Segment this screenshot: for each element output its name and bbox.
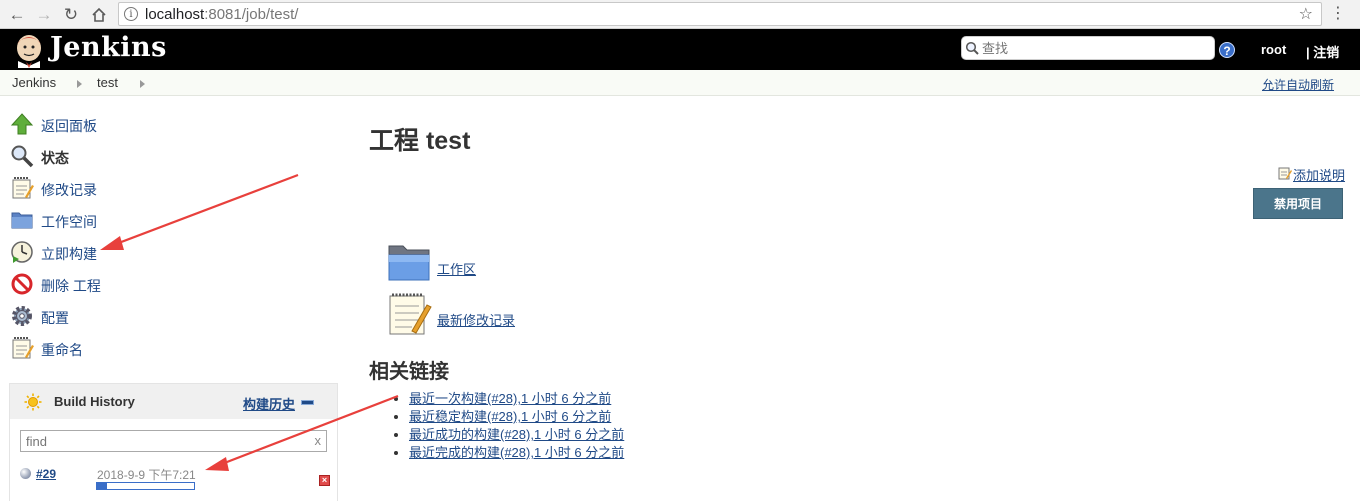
build-filter-field[interactable]: x bbox=[20, 430, 327, 452]
folder-icon bbox=[11, 212, 33, 229]
task-changes[interactable]: 修改记录 bbox=[10, 175, 310, 201]
search-box[interactable] bbox=[961, 36, 1215, 60]
task-label[interactable]: 返回面板 bbox=[41, 116, 97, 136]
build-filter-input[interactable] bbox=[26, 433, 306, 449]
list-item: 最近一次构建(#28),1 小时 6 分之前 bbox=[409, 390, 624, 408]
home-icon[interactable] bbox=[88, 4, 110, 26]
search-input[interactable] bbox=[982, 39, 1210, 57]
task-label[interactable]: 状态 bbox=[41, 148, 69, 168]
jenkins-butler-icon[interactable] bbox=[12, 32, 46, 68]
notepad-icon bbox=[1278, 167, 1292, 180]
info-icon[interactable]: i bbox=[124, 7, 138, 21]
breadcrumb-arrow-icon[interactable] bbox=[140, 80, 145, 88]
build-history-header: Build History 构建历史 bbox=[10, 384, 337, 419]
breadcrumb-item-test[interactable]: test bbox=[97, 75, 118, 90]
notepad-icon bbox=[389, 293, 432, 335]
auto-refresh-link[interactable]: 允许自动刷新 bbox=[1262, 76, 1334, 93]
gear-icon bbox=[12, 306, 32, 326]
build-row: #29 2018-9-9 下午7:21 × bbox=[10, 460, 337, 496]
permalinks-list: 最近一次构建(#28),1 小时 6 分之前 最近稳定构建(#28),1 小时 … bbox=[395, 390, 624, 462]
task-delete-project[interactable]: 删除 工程 bbox=[10, 271, 310, 297]
notepad-icon bbox=[12, 337, 34, 359]
page-title: 工程 test bbox=[369, 127, 471, 155]
forward-icon[interactable]: → bbox=[33, 4, 55, 26]
build-history-title: Build History bbox=[54, 394, 135, 409]
search-icon bbox=[965, 41, 979, 55]
task-rename[interactable]: 重命名 bbox=[10, 335, 310, 361]
list-item: 最近完成的构建(#28),1 小时 6 分之前 bbox=[409, 444, 624, 462]
workspace-label[interactable]: 工作区 bbox=[437, 259, 476, 278]
permalinks-title: 相关链接 bbox=[369, 361, 449, 383]
recent-changes-label[interactable]: 最新修改记录 bbox=[437, 310, 515, 329]
build-progress-fill bbox=[97, 483, 107, 489]
list-item: 最近稳定构建(#28),1 小时 6 分之前 bbox=[409, 408, 624, 426]
task-label[interactable]: 修改记录 bbox=[41, 180, 97, 200]
build-status-ball-icon bbox=[20, 468, 31, 479]
permalink-last-build[interactable]: 最近一次构建(#28),1 小时 6 分之前 bbox=[409, 391, 611, 406]
help-icon[interactable]: ? bbox=[1219, 42, 1235, 58]
task-label[interactable]: 工作空间 bbox=[41, 212, 97, 232]
build-number-link[interactable]: #29 bbox=[36, 467, 56, 481]
breadcrumb-arrow-icon[interactable] bbox=[77, 80, 82, 88]
jenkins-header: Jenkins ? root | 注销 bbox=[0, 29, 1360, 70]
list-item: 最近成功的构建(#28),1 小时 6 分之前 bbox=[409, 426, 624, 444]
sun-weather-icon bbox=[24, 393, 42, 411]
build-progress-bar[interactable] bbox=[96, 482, 195, 490]
clear-filter-icon[interactable]: x bbox=[315, 433, 322, 448]
bookmark-star-icon[interactable]: ☆ bbox=[1299, 4, 1313, 24]
build-history-panel: Build History 构建历史 x #29 2018-9-9 下午7:21… bbox=[9, 383, 338, 501]
address-url: localhost:8081/job/test/ bbox=[145, 6, 299, 23]
build-date[interactable]: 2018-9-9 下午7:21 bbox=[97, 466, 196, 483]
reload-icon[interactable]: ↻ bbox=[60, 4, 82, 26]
permalink-last-stable-build[interactable]: 最近稳定构建(#28),1 小时 6 分之前 bbox=[409, 409, 611, 424]
task-build-now[interactable]: 立即构建 bbox=[10, 239, 310, 265]
browser-toolbar: ← → ↻ i localhost:8081/job/test/ ☆ ⋮ bbox=[0, 0, 1360, 29]
task-status[interactable]: 状态 bbox=[10, 143, 310, 169]
up-arrow-icon bbox=[10, 113, 34, 135]
jenkins-logo-text[interactable]: Jenkins bbox=[50, 32, 167, 63]
user-link[interactable]: root bbox=[1261, 42, 1286, 57]
stop-build-icon[interactable]: × bbox=[319, 475, 330, 486]
task-workspace[interactable]: 工作空间 bbox=[10, 207, 310, 233]
no-entry-icon bbox=[11, 273, 33, 295]
search-icon bbox=[11, 145, 34, 168]
folder-icon bbox=[388, 245, 430, 281]
permalink-last-successful-build[interactable]: 最近成功的构建(#28),1 小时 6 分之前 bbox=[409, 427, 624, 442]
notepad-icon bbox=[12, 177, 34, 199]
permalink-last-completed-build[interactable]: 最近完成的构建(#28),1 小时 6 分之前 bbox=[409, 445, 624, 460]
add-description-label[interactable]: 添加说明 bbox=[1293, 165, 1345, 184]
breadcrumb: Jenkins test 允许自动刷新 bbox=[0, 70, 1360, 96]
task-back-to-dashboard[interactable]: 返回面板 bbox=[10, 111, 310, 137]
task-configure[interactable]: 配置 bbox=[10, 303, 310, 329]
clock-icon bbox=[11, 241, 33, 263]
browser-menu-icon[interactable]: ⋮ bbox=[1330, 3, 1346, 23]
breadcrumb-item-jenkins[interactable]: Jenkins bbox=[12, 75, 56, 90]
logout-link[interactable]: | 注销 bbox=[1306, 42, 1339, 61]
task-label[interactable]: 配置 bbox=[41, 308, 69, 328]
task-label[interactable]: 删除 工程 bbox=[41, 276, 101, 296]
task-label[interactable]: 立即构建 bbox=[41, 244, 97, 264]
collapse-icon[interactable] bbox=[301, 400, 314, 405]
disable-project-button[interactable]: 禁用项目 bbox=[1253, 188, 1343, 219]
back-icon[interactable]: ← bbox=[6, 4, 28, 26]
address-bar[interactable]: i localhost:8081/job/test/ ☆ bbox=[118, 2, 1322, 26]
task-label[interactable]: 重命名 bbox=[41, 340, 83, 360]
build-trend-link[interactable]: 构建历史 bbox=[243, 394, 295, 413]
